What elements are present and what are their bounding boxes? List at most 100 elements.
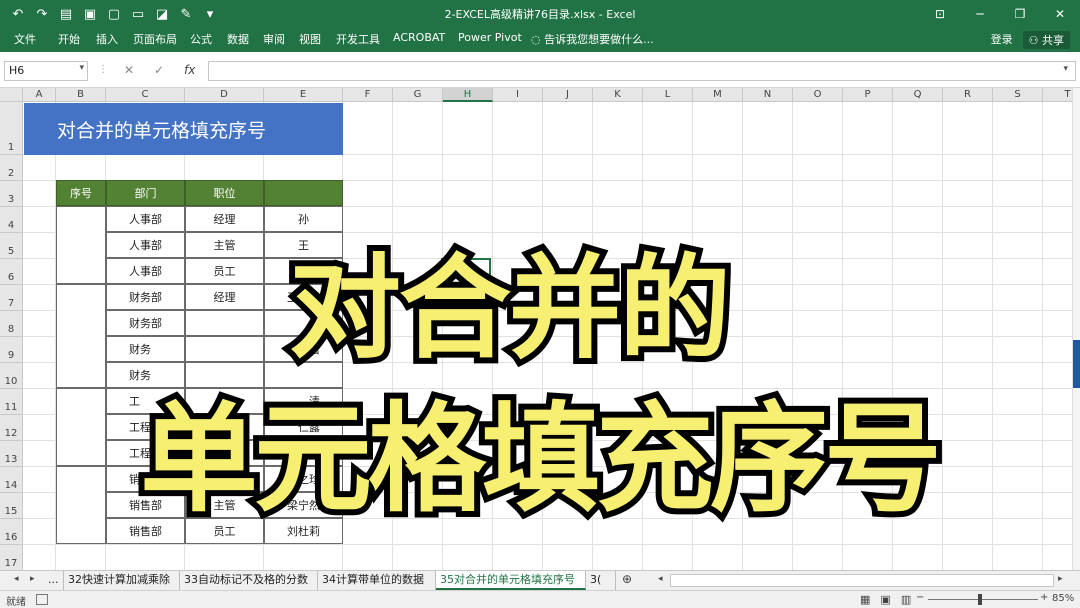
header-dept[interactable]: 部门 [106, 180, 185, 206]
page-layout-view-icon[interactable]: ▣ [880, 593, 890, 606]
column-header-e[interactable]: E [264, 88, 343, 102]
tab-review[interactable]: 审阅 [263, 31, 285, 47]
sheet-tab[interactable]: 32快速计算加减乘除 [64, 571, 180, 590]
row-header-3[interactable]: 3 [0, 181, 23, 207]
ribbon-display-icon[interactable]: ⊡ [920, 0, 960, 28]
header-position[interactable]: 职位 [185, 180, 264, 206]
tab-data[interactable]: 数据 [227, 31, 249, 47]
zoom-in-icon[interactable]: + [1040, 592, 1048, 603]
row-header-4[interactable]: 4 [0, 207, 23, 233]
next-sheet-icon[interactable]: ▸ [30, 574, 35, 584]
column-header-b[interactable]: B [56, 88, 106, 102]
row-header-12[interactable]: 12 [0, 415, 23, 441]
column-header-m[interactable]: M [693, 88, 743, 102]
position-cell[interactable] [185, 310, 264, 336]
row-header-6[interactable]: 6 [0, 259, 23, 285]
page-break-view-icon[interactable]: ▥ [901, 593, 911, 606]
row-header-17[interactable]: 17 [0, 545, 23, 570]
add-sheet-icon[interactable]: ⊕ [622, 572, 632, 586]
chevron-down-icon[interactable]: ▾ [79, 63, 84, 73]
tab-file[interactable]: 文件 [14, 31, 36, 47]
position-cell[interactable]: 经理 [185, 206, 264, 232]
row-header-7[interactable]: 7 [0, 285, 23, 311]
tab-insert[interactable]: 插入 [96, 31, 118, 47]
row-header-16[interactable]: 16 [0, 519, 23, 545]
column-header-r[interactable]: R [943, 88, 993, 102]
prev-sheet-icon[interactable]: ◂ [14, 574, 19, 584]
column-header-k[interactable]: K [593, 88, 643, 102]
merged-seq-cell[interactable] [56, 466, 106, 544]
tab-developer[interactable]: 开发工具 [336, 31, 380, 47]
select-all-corner[interactable] [0, 88, 23, 102]
column-header-f[interactable]: F [343, 88, 393, 102]
horizontal-scrollbar[interactable] [670, 574, 1054, 587]
row-header-8[interactable]: 8 [0, 311, 23, 337]
position-cell[interactable] [185, 362, 264, 388]
dept-cell[interactable]: 人事部 [106, 232, 185, 258]
share-button[interactable]: ⚇ 共享 [1022, 31, 1070, 49]
tell-me-search[interactable]: ◌ 告诉我您想要做什么... [531, 31, 654, 47]
vertical-scrollbar[interactable] [1072, 88, 1080, 570]
tab-acrobat[interactable]: ACROBAT [393, 31, 445, 44]
column-header-c[interactable]: C [106, 88, 185, 102]
column-header-n[interactable]: N [743, 88, 793, 102]
position-cell[interactable]: 主管 [185, 232, 264, 258]
row-header-14[interactable]: 14 [0, 467, 23, 493]
sheet-tab-more[interactable]: ... [44, 571, 64, 590]
header-name[interactable] [264, 180, 343, 206]
dept-cell[interactable]: 财务 [106, 336, 185, 362]
row-header-13[interactable]: 13 [0, 441, 23, 467]
insert-function-button[interactable]: fx [184, 63, 195, 77]
merged-seq-cell[interactable] [56, 206, 106, 284]
tab-formulas[interactable]: 公式 [190, 31, 212, 47]
dept-cell[interactable]: 人事部 [106, 258, 185, 284]
sheet-tab-active[interactable]: 35对合并的单元格填充序号 [436, 571, 586, 590]
scroll-right-icon[interactable]: ▸ [1058, 574, 1063, 584]
position-cell[interactable]: 经理 [185, 284, 264, 310]
tab-home[interactable]: 开始 [58, 31, 80, 47]
row-header-5[interactable]: 5 [0, 233, 23, 259]
tab-power-pivot[interactable]: Power Pivot [458, 31, 522, 44]
formula-input[interactable] [208, 61, 1076, 81]
dept-cell[interactable]: 财务 [106, 362, 185, 388]
tab-view[interactable]: 视图 [299, 31, 321, 47]
column-header-p[interactable]: P [843, 88, 893, 102]
zoom-slider[interactable] [928, 599, 1038, 600]
name-box[interactable]: H6 ▾ [4, 61, 88, 81]
zoom-level[interactable]: 85% [1052, 593, 1074, 604]
enter-icon[interactable]: ✓ [154, 63, 164, 77]
column-header-o[interactable]: O [793, 88, 843, 102]
position-cell[interactable]: 员工 [185, 258, 264, 284]
expand-formula-icon[interactable]: ▾ [1063, 64, 1068, 74]
dept-cell[interactable]: 人事部 [106, 206, 185, 232]
row-header-2[interactable]: 2 [0, 155, 23, 181]
scroll-thumb[interactable] [1073, 340, 1080, 388]
minimize-icon[interactable]: ─ [960, 0, 1000, 28]
column-header-s[interactable]: S [993, 88, 1043, 102]
row-header-1[interactable]: 1 [0, 102, 23, 155]
zoom-slider-knob[interactable] [978, 594, 982, 605]
column-header-l[interactable]: L [643, 88, 693, 102]
worksheet-grid[interactable]: ABCDEFGHIJKLMNOPQRST 1 2 3 4 5 6 7 8 9 10 11 12 13 14… [0, 88, 1072, 570]
close-icon[interactable]: ✕ [1040, 0, 1080, 28]
row-header-15[interactable]: 15 [0, 493, 23, 519]
column-header-j[interactable]: J [543, 88, 593, 102]
row-header-11[interactable]: 11 [0, 389, 23, 415]
column-header-g[interactable]: G [393, 88, 443, 102]
row-header-10[interactable]: 10 [0, 363, 23, 389]
column-header-i[interactable]: I [493, 88, 543, 102]
header-seq[interactable]: 序号 [56, 180, 106, 206]
macro-record-icon[interactable] [36, 594, 48, 605]
row-header-9[interactable]: 9 [0, 337, 23, 363]
normal-view-icon[interactable]: ▦ [860, 593, 870, 606]
login-link[interactable]: 登录 [991, 31, 1013, 49]
column-header-h[interactable]: H [443, 88, 493, 102]
dept-cell[interactable]: 财务部 [106, 284, 185, 310]
merged-seq-cell[interactable] [56, 388, 106, 466]
restore-icon[interactable]: ❐ [1000, 0, 1040, 28]
column-header-t[interactable]: T [1043, 88, 1072, 102]
merged-seq-cell[interactable] [56, 284, 106, 388]
zoom-out-icon[interactable]: − [916, 592, 924, 603]
column-header-d[interactable]: D [185, 88, 264, 102]
cancel-icon[interactable]: ✕ [124, 63, 134, 77]
